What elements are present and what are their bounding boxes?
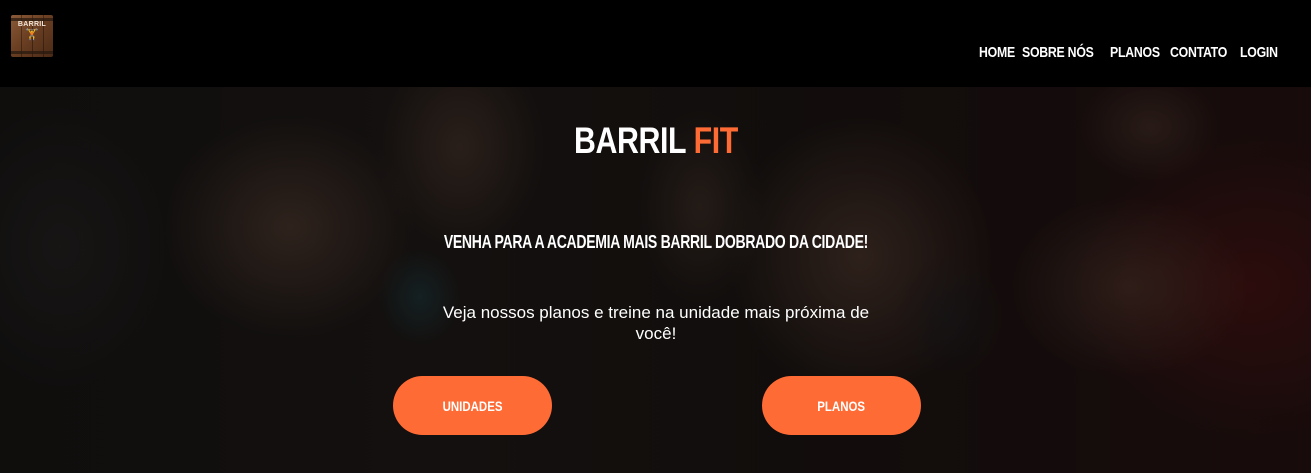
hero-title-wrap: BARRIL FIT [574,120,738,162]
hero-title: BARRIL FIT [0,120,1311,162]
logo[interactable]: BARRIL 🏋 [11,15,53,57]
nav-link-home[interactable]: HOME [979,44,1015,61]
weightlifter-icon: 🏋 [25,29,39,41]
nav-link-sobre-nos[interactable]: SOBRE NÓS [1022,44,1094,61]
hero-tagline: VENHA PARA A ACADEMIA MAIS BARRIL DOBRAD… [0,232,1311,253]
planos-button-label: PLANOS [817,397,866,414]
nav-menu: HOME SOBRE NÓS PLANOS CONTATO LOGIN [979,44,1278,61]
nav-link-contato[interactable]: CONTATO [1170,44,1227,61]
nav-link-planos[interactable]: PLANOS [1110,44,1160,61]
planos-button[interactable]: PLANOS [762,376,921,435]
hero-title-main: BARRIL [573,120,686,161]
hero-title-accent: FIT [693,120,738,161]
nav-link-login[interactable]: LOGIN [1240,44,1278,61]
unidades-button[interactable]: UNIDADES [393,376,552,435]
hero-tagline-text: VENHA PARA A ACADEMIA MAIS BARRIL DOBRAD… [443,232,868,252]
navbar: BARRIL 🏋 HOME SOBRE NÓS PLANOS CONTATO L… [0,0,1311,87]
logo-text: BARRIL [17,21,47,28]
unidades-button-label: UNIDADES [442,397,503,414]
logo-hoop [11,51,53,54]
hero-description: Veja nossos planos e treine na unidade m… [442,303,870,343]
hero-section: BARRIL FIT VENHA PARA A ACADEMIA MAIS BA… [0,87,1311,473]
